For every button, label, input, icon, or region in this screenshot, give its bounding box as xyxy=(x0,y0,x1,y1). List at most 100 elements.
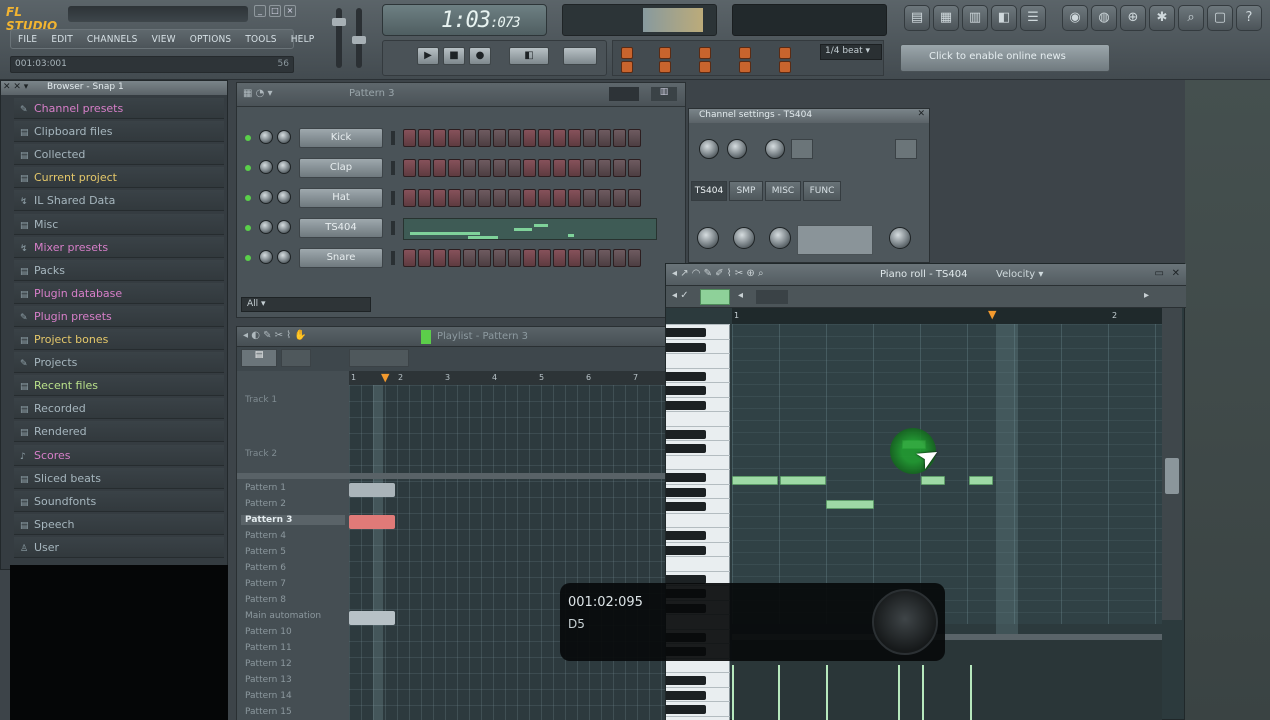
pattern-name[interactable]: Pattern 1 xyxy=(245,483,286,493)
step-button[interactable] xyxy=(403,159,416,177)
step-button[interactable] xyxy=(418,159,431,177)
browser-item[interactable]: ▤ Speech xyxy=(14,513,224,535)
step-button[interactable] xyxy=(403,249,416,267)
browser-item[interactable]: ▤ Packs xyxy=(14,259,224,281)
channel-select-indicator[interactable] xyxy=(391,161,395,175)
fx-channel-icon[interactable] xyxy=(791,139,813,159)
maximize-icon[interactable]: ▭ xyxy=(1155,268,1164,279)
search-icon[interactable]: ⌕ xyxy=(1178,5,1204,31)
step-button[interactable] xyxy=(553,129,566,147)
browser-header[interactable]: ✕ ✕ ▾ Browser - Snap 1 xyxy=(1,81,227,95)
tab-func[interactable]: FUNC xyxy=(803,181,841,201)
playlist-tools-icons[interactable]: ◂ ◐ ✎ ✂ ⌇ ✋ xyxy=(243,330,307,341)
channel-mute-led[interactable] xyxy=(245,195,251,201)
pattern-name[interactable]: Pattern 12 xyxy=(245,659,292,669)
playlist-ruler[interactable]: 1 2 3 4 5 6 7 xyxy=(349,371,667,385)
mixer-icon[interactable]: ☰ xyxy=(1020,5,1046,31)
step-button[interactable] xyxy=(628,129,641,147)
browser-item[interactable]: ▤ Project bones xyxy=(14,329,224,350)
disk-icon[interactable]: ▢ xyxy=(1207,5,1233,31)
piano-roll-menu-icon[interactable]: ◂ ✓ xyxy=(672,290,689,301)
channel-mute-led[interactable] xyxy=(245,255,251,261)
pattern-name[interactable]: Pattern 7 xyxy=(245,579,286,589)
menu-view[interactable]: VIEW xyxy=(145,34,183,45)
step-button[interactable] xyxy=(463,159,476,177)
playlist-grid[interactable] xyxy=(349,385,667,720)
step-button[interactable] xyxy=(568,249,581,267)
step-button[interactable] xyxy=(598,189,611,207)
step-button[interactable] xyxy=(598,159,611,177)
step-button[interactable] xyxy=(568,159,581,177)
black-key[interactable] xyxy=(666,444,706,453)
song-position-display[interactable]: 1:03:073 xyxy=(382,4,547,36)
tab-ts404[interactable]: TS404 xyxy=(691,181,727,201)
playlist-header[interactable]: ◂ ◐ ✎ ✂ ⌇ ✋ Playlist - Pattern 3 xyxy=(237,327,665,347)
browser-header-icons[interactable]: ✕ ✕ ▾ xyxy=(3,82,28,92)
step-button[interactable] xyxy=(628,189,641,207)
channel-volume-knob[interactable] xyxy=(277,190,291,204)
step-button[interactable] xyxy=(508,159,521,177)
browser-item[interactable]: ▤ Sliced beats xyxy=(14,467,224,489)
note[interactable] xyxy=(921,476,945,485)
channel-pan-knob[interactable] xyxy=(259,160,273,174)
fx-button-icon[interactable] xyxy=(895,139,917,159)
browser-item[interactable]: ▤ Clipboard files xyxy=(14,121,224,143)
blend-notes-icon[interactable] xyxy=(659,61,671,73)
tempo-display[interactable] xyxy=(563,47,597,65)
browser-item[interactable]: ▤ Collected xyxy=(14,144,224,166)
channel-button[interactable]: Clap xyxy=(299,158,383,178)
black-key[interactable] xyxy=(666,705,706,714)
step-button[interactable] xyxy=(448,189,461,207)
playlist-window-icon[interactable]: ▤ xyxy=(904,5,930,31)
channel-pan-knob[interactable] xyxy=(259,220,273,234)
tab-misc[interactable]: MISC xyxy=(765,181,801,201)
step-button[interactable] xyxy=(553,159,566,177)
channel-filter-dropdown[interactable]: All ▾ xyxy=(241,297,371,312)
pattern-name[interactable]: Pattern 11 xyxy=(245,643,292,653)
step-button[interactable] xyxy=(598,249,611,267)
browser-item[interactable]: ♪ Scores xyxy=(14,444,224,466)
menu-help[interactable]: HELP xyxy=(284,34,322,45)
step-button[interactable] xyxy=(403,129,416,147)
step-button[interactable] xyxy=(613,129,626,147)
step-button[interactable] xyxy=(433,189,446,207)
step-button[interactable] xyxy=(613,249,626,267)
channel-select-indicator[interactable] xyxy=(391,191,395,205)
wait-for-input-icon[interactable] xyxy=(621,61,633,73)
pattern-clip-3[interactable] xyxy=(349,515,395,529)
channel-volume-knob[interactable] xyxy=(277,250,291,264)
close-icon[interactable]: ✕ xyxy=(917,109,925,119)
browser-item[interactable]: ▤ Recent files xyxy=(14,375,224,397)
channel-select-indicator[interactable] xyxy=(391,221,395,235)
black-key[interactable] xyxy=(666,328,706,337)
piano-roll-channel-color[interactable] xyxy=(700,289,730,305)
browser-item[interactable]: ▤ Recorded xyxy=(14,398,224,420)
channel-pan-knob[interactable] xyxy=(259,190,273,204)
multilink-icon[interactable] xyxy=(739,61,751,73)
master-volume-slider[interactable] xyxy=(332,8,346,68)
browser-item[interactable]: ▤ Misc xyxy=(14,213,224,235)
pattern-name[interactable]: Pattern 2 xyxy=(245,499,286,509)
step-button[interactable] xyxy=(433,249,446,267)
metronome-icon[interactable] xyxy=(621,47,633,59)
record-icon[interactable]: ● xyxy=(469,47,491,65)
pattern-name[interactable]: Pattern 3 xyxy=(241,515,345,525)
step-button[interactable] xyxy=(433,159,446,177)
snap-dropdown[interactable]: 1/4 beat ▾ xyxy=(820,44,882,60)
step-button[interactable] xyxy=(553,189,566,207)
step-button[interactable] xyxy=(493,129,506,147)
piano-roll-ruler[interactable]: 12 xyxy=(732,308,1162,324)
browser-item[interactable]: ↯ IL Shared Data xyxy=(14,190,224,212)
channel-mute-led[interactable] xyxy=(245,135,251,141)
black-key[interactable] xyxy=(666,473,706,482)
black-key[interactable] xyxy=(666,690,706,700)
typing-keyboard-icon[interactable] xyxy=(739,47,751,59)
loop-record-icon[interactable] xyxy=(699,61,711,73)
osc-knob-1[interactable] xyxy=(697,227,719,249)
note[interactable] xyxy=(732,476,778,485)
step-button[interactable] xyxy=(523,159,536,177)
swing-slider[interactable] xyxy=(609,87,639,101)
channel-volume-knob[interactable] xyxy=(277,220,291,234)
step-button[interactable] xyxy=(523,189,536,207)
piano-roll-vscroll[interactable] xyxy=(1162,308,1182,620)
